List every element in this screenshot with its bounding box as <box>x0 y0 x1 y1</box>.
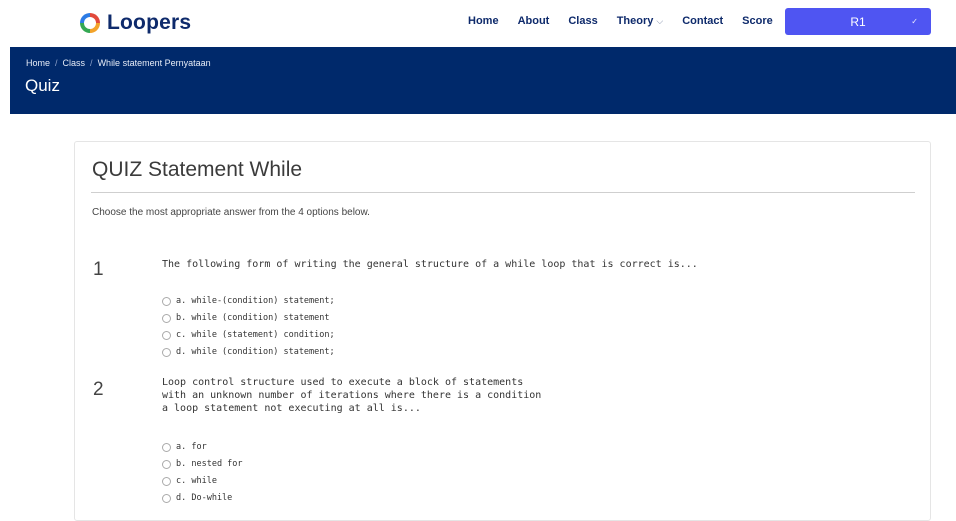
option-label: a. while-(condition) statement; <box>176 296 335 306</box>
option-label: c. while (statement) condition; <box>176 330 335 340</box>
nav-theory-dropdown[interactable]: Theory ⌵ <box>617 15 664 27</box>
user-menu-label: R1 <box>850 14 866 29</box>
brand-name: Loopers <box>107 11 192 34</box>
option-label: a. for <box>176 442 207 452</box>
user-menu-button[interactable]: R1 ✓ <box>785 8 931 35</box>
chevron-down-icon: ⌵ <box>656 16 664 26</box>
answer-option[interactable]: d. while (condition) statement; <box>162 347 335 357</box>
breadcrumb-class[interactable]: Class <box>63 58 86 68</box>
radio-button[interactable] <box>162 330 171 340</box>
brand-logo-link[interactable]: Loopers <box>80 9 191 37</box>
nav-home[interactable]: Home <box>468 15 499 27</box>
loopers-logo-icon <box>80 13 100 33</box>
radio-button[interactable] <box>162 347 171 357</box>
answer-option[interactable]: c. while <box>162 476 217 486</box>
option-label: b. while (condition) statement <box>176 313 330 323</box>
option-label: c. while <box>176 476 217 486</box>
quiz-card: QUIZ Statement While Choose the most app… <box>74 141 931 521</box>
answer-option[interactable]: a. while-(condition) statement; <box>162 296 335 306</box>
chevron-down-icon: ✓ <box>911 17 918 26</box>
option-label: d. Do-while <box>176 493 233 503</box>
radio-button[interactable] <box>162 493 171 503</box>
nav-about[interactable]: About <box>518 15 550 27</box>
radio-button[interactable] <box>162 313 171 323</box>
radio-button[interactable] <box>162 296 171 306</box>
answer-option[interactable]: b. nested for <box>162 459 243 469</box>
answer-option[interactable]: b. while (condition) statement <box>162 313 330 323</box>
page-title: Quiz <box>25 76 60 95</box>
quiz-title: QUIZ Statement While <box>92 158 303 181</box>
breadcrumb-separator: / <box>90 58 93 68</box>
breadcrumb-home[interactable]: Home <box>26 58 50 68</box>
question-text: Loop control structure used to execute a… <box>162 377 542 414</box>
answer-option[interactable]: c. while (statement) condition; <box>162 330 335 340</box>
main-nav: Home About Class Theory ⌵ Contact Score <box>468 15 792 27</box>
nav-score[interactable]: Score <box>742 15 773 27</box>
radio-button[interactable] <box>162 476 171 486</box>
quiz-instructions: Choose the most appropriate answer from … <box>92 207 370 218</box>
page-banner: Home / Class / While statement Pernyataan Qu… <box>10 47 956 114</box>
nav-contact[interactable]: Contact <box>682 15 723 27</box>
breadcrumb-separator: / <box>55 58 58 68</box>
nav-class[interactable]: Class <box>568 15 597 27</box>
nav-theory-label: Theory <box>616 15 654 27</box>
radio-button[interactable] <box>162 442 171 452</box>
question-number: 2 <box>93 379 104 400</box>
radio-button[interactable] <box>162 459 171 469</box>
title-divider <box>91 192 915 193</box>
navbar: Loopers Home About Class Theory ⌵ Contact… <box>0 0 956 47</box>
answer-option[interactable]: d. Do-while <box>162 493 232 503</box>
question-text: The following form of writing the genera… <box>162 259 698 270</box>
option-label: d. while (condition) statement; <box>176 347 335 357</box>
breadcrumb-current: While statement Pernyataan <box>97 58 211 68</box>
breadcrumb: Home / Class / While statement Pernyataan <box>26 58 211 68</box>
option-label: b. nested for <box>176 459 243 469</box>
answer-option[interactable]: a. for <box>162 442 207 452</box>
question-number: 1 <box>93 259 104 280</box>
